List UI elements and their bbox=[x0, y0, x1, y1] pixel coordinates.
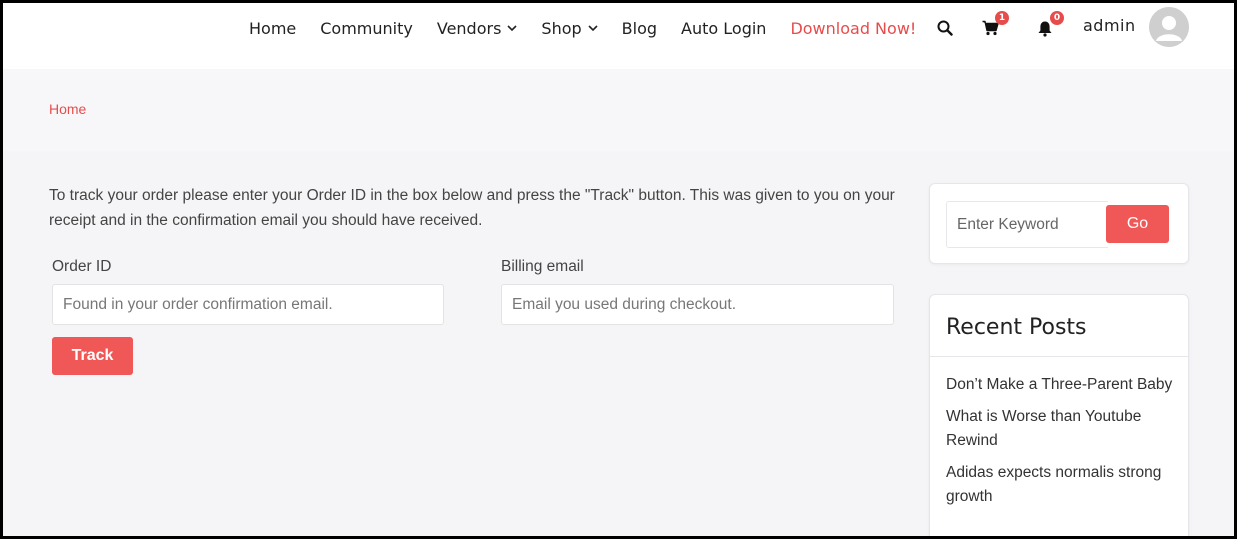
search-input[interactable] bbox=[946, 201, 1108, 248]
nav-auto-login[interactable]: Auto Login bbox=[681, 19, 766, 38]
chevron-down-icon bbox=[507, 25, 517, 32]
nav-download-now[interactable]: Download Now! bbox=[790, 19, 916, 38]
search-widget: Go bbox=[929, 183, 1189, 264]
go-button[interactable]: Go bbox=[1106, 205, 1169, 243]
nav-home[interactable]: Home bbox=[249, 19, 296, 38]
nav-blog-label: Blog bbox=[621, 18, 658, 38]
recent-posts-title: Recent Posts bbox=[946, 315, 1087, 340]
nav-shop[interactable]: Shop bbox=[541, 18, 598, 38]
notification-count-badge: 0 bbox=[1050, 11, 1064, 25]
recent-post-link[interactable]: What is Worse than Youtube Rewind bbox=[946, 405, 1176, 453]
search-icon[interactable] bbox=[935, 18, 955, 38]
header-icons: 1 0 bbox=[935, 0, 1064, 56]
nav-community[interactable]: Community bbox=[320, 19, 413, 38]
nav-community-label: Community bbox=[320, 18, 413, 38]
cart-count-badge: 1 bbox=[995, 11, 1009, 25]
site-header: Home Community Vendors Shop Blog Auto Lo… bbox=[0, 0, 1237, 69]
nav-blog[interactable]: Blog bbox=[622, 19, 657, 38]
order-id-label: Order ID bbox=[52, 258, 112, 275]
track-order-instructions: To track your order please enter your Or… bbox=[49, 187, 895, 229]
main-nav: Home Community Vendors Shop Blog Auto Lo… bbox=[249, 0, 940, 56]
billing-email-input[interactable] bbox=[501, 284, 894, 325]
nav-vendors[interactable]: Vendors bbox=[437, 19, 518, 38]
cart-icon[interactable]: 1 bbox=[980, 11, 1009, 38]
nav-download-label: Download Now! bbox=[790, 18, 917, 38]
recent-posts-widget: Recent Posts Don’t Make a Three-Parent B… bbox=[929, 294, 1189, 539]
username[interactable]: admin bbox=[1083, 16, 1136, 35]
chevron-down-icon bbox=[588, 25, 598, 32]
breadcrumb: Home bbox=[0, 69, 1237, 151]
nav-shop-label: Shop bbox=[541, 18, 582, 38]
track-button[interactable]: Track bbox=[52, 337, 133, 375]
nav-home-label: Home bbox=[249, 18, 297, 38]
nav-vendors-label: Vendors bbox=[436, 18, 502, 38]
recent-post-link[interactable]: Don’t Make a Three-Parent Baby bbox=[946, 373, 1176, 397]
recent-post-link[interactable]: Adidas expects normalis strong growth bbox=[946, 461, 1176, 509]
nav-auto-login-label: Auto Login bbox=[681, 18, 767, 38]
bell-icon[interactable]: 0 bbox=[1035, 11, 1064, 38]
breadcrumb-home[interactable]: Home bbox=[49, 101, 86, 117]
order-id-input[interactable] bbox=[52, 284, 444, 325]
recent-posts-list: Don’t Make a Three-Parent Baby What is W… bbox=[946, 373, 1176, 517]
billing-email-label: Billing email bbox=[501, 258, 584, 275]
avatar[interactable] bbox=[1149, 7, 1189, 47]
divider bbox=[930, 356, 1188, 357]
